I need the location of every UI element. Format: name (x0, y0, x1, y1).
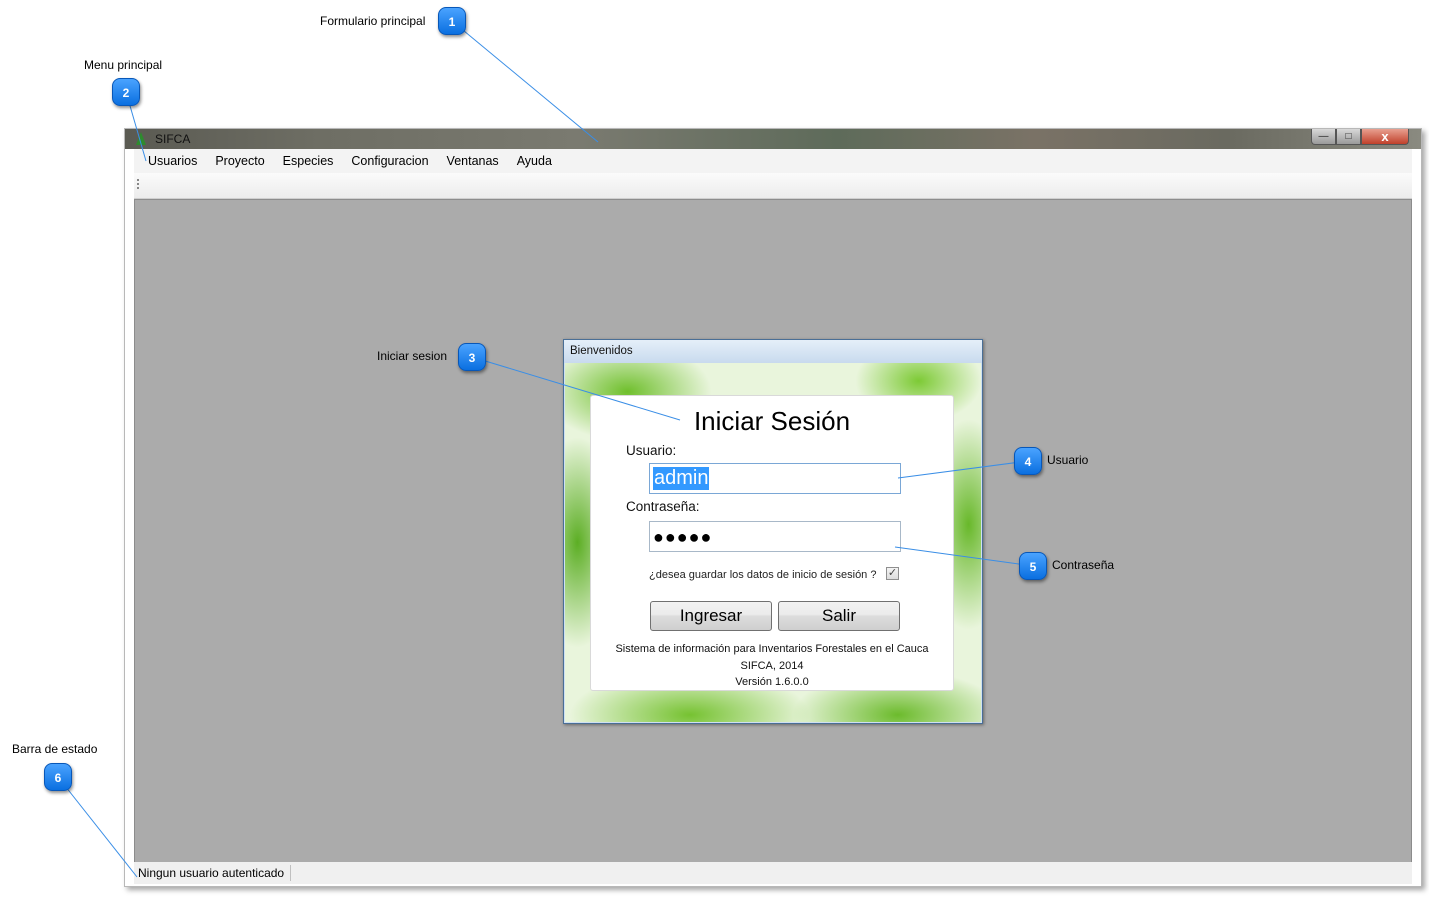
callout-badge-1: 1 (438, 7, 466, 35)
callout-badge-3: 3 (458, 343, 486, 371)
callout-label-2: Menu principal (84, 58, 163, 72)
callout-line-4 (897, 460, 1029, 479)
callout-line-3 (471, 356, 681, 421)
callout-badge-5: 5 (1019, 552, 1047, 580)
callout-label-4: Usuario (1047, 453, 1089, 467)
callout-badge-4: 4 (1014, 447, 1042, 475)
callout-badge-6: 6 (44, 763, 72, 791)
callout-line-6 (57, 776, 138, 878)
callout-badge-2: 2 (112, 78, 140, 106)
callout-lines (57, 20, 1034, 878)
callout-label-6: Barra de estado (12, 742, 98, 756)
callout-label-3: Iniciar sesion (377, 349, 448, 363)
callout-line-1 (451, 20, 599, 143)
callout-label-1: Formulario principal (320, 14, 426, 28)
callout-label-5: Contraseña (1052, 558, 1115, 572)
callout-line-5 (894, 546, 1034, 567)
